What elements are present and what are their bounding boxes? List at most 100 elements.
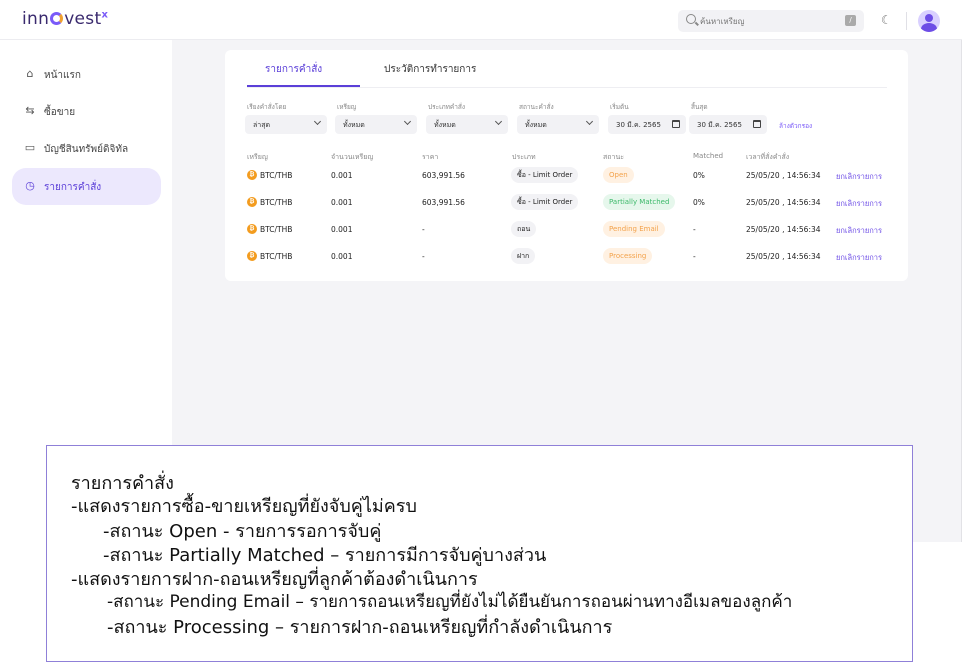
column-header-price: ราคา [422, 153, 439, 161]
table-row: ₿ BTC/THB 0.001 603,991.56 ซื้อ - Limit … [225, 163, 908, 190]
top-bar: innvestx / ☾ [0, 0, 962, 40]
logo-sup: x [101, 9, 109, 21]
clear-filter-link[interactable]: ล้างตัวกรอง [779, 121, 812, 131]
wallet-icon: ▭ [24, 141, 36, 154]
shortcut-key-badge: / [845, 15, 856, 26]
tab-orders[interactable]: รายการคำสั่ง [265, 62, 322, 77]
cell-coin: BTC/THB [260, 171, 293, 180]
order-status-select-value: ทั้งหมด [525, 121, 547, 129]
sidebar-item-orders[interactable]: ◷ รายการคำสั่ง [12, 168, 161, 205]
dark-mode-toggle-icon[interactable]: ☾ [881, 13, 892, 27]
cell-matched: 0% [693, 198, 705, 207]
cancel-order-link[interactable]: ยกเลิกรายการ [836, 225, 882, 237]
bitcoin-icon: ₿ [247, 170, 257, 180]
cancel-order-link[interactable]: ยกเลิกรายการ [836, 171, 882, 183]
chevron-down-icon [494, 117, 503, 126]
table-row: ₿ BTC/THB 0.001 603,991.56 ซื้อ - Limit … [225, 190, 908, 217]
logo-text-left: inn [22, 9, 50, 29]
status-badge: Partially Matched [603, 194, 676, 210]
end-date-picker[interactable]: 30 มี.ค. 2565 [689, 115, 767, 134]
type-badge: ฝาก [511, 248, 536, 264]
swap-icon: ⇆ [25, 104, 35, 117]
cell-amount: 0.001 [331, 252, 353, 261]
column-header-status: สถานะ [603, 153, 624, 161]
cell-matched: 0% [693, 171, 705, 180]
cell-price: 603,991.56 [422, 171, 465, 180]
chevron-down-icon [313, 117, 322, 126]
status-badge: Open [603, 167, 634, 183]
cancel-order-link[interactable]: ยกเลิกรายการ [836, 198, 882, 210]
cell-matched: - [693, 252, 696, 261]
tab-history[interactable]: ประวัติการทำรายการ [384, 62, 476, 77]
cell-coin: BTC/THB [260, 252, 293, 261]
calendar-icon [753, 120, 761, 128]
status-badge: Pending Email [603, 221, 665, 237]
start-date-picker[interactable]: 30 มี.ค. 2565 [608, 115, 686, 134]
column-header-matched: Matched [693, 152, 724, 160]
cancel-order-link[interactable]: ยกเลิกรายการ [836, 252, 882, 264]
filter-label-sort: เรียงคำสั่งโดย [247, 103, 287, 111]
status-badge: Processing [603, 248, 653, 264]
filter-label-order-type: ประเภทคำสั่ง [428, 103, 466, 111]
avatar-head-shape [925, 14, 933, 22]
column-header-type: ประเภท [512, 153, 536, 161]
bitcoin-icon: ₿ [247, 224, 257, 234]
type-badge: ซื้อ - Limit Order [511, 194, 579, 210]
cell-coin: BTC/THB [260, 198, 293, 207]
clock-icon: ◷ [25, 179, 35, 192]
annotation-line: -สถานะ Processing – รายการฝาก-ถอนเหรียญท… [107, 617, 613, 638]
sort-select-value: ล่าสุด [253, 121, 271, 129]
column-header-amount: จำนวนเหรียญ [331, 153, 374, 161]
cell-amount: 0.001 [331, 198, 353, 207]
home-icon: ⌂ [26, 67, 34, 80]
column-header-coin: เหรียญ [247, 153, 268, 161]
user-avatar[interactable] [918, 10, 940, 32]
order-type-select-value: ทั้งหมด [434, 121, 456, 129]
cell-price: 603,991.56 [422, 198, 465, 207]
calendar-icon [672, 120, 680, 128]
chevron-down-icon [585, 117, 594, 126]
sidebar-item-label: บัญชีสินทรัพย์ดิจิทัล [44, 144, 129, 155]
cell-price: - [422, 252, 425, 261]
sidebar-item-home[interactable]: ⌂ หน้าแรก [12, 56, 161, 93]
filter-label-end-date: สิ้นสุด [691, 103, 708, 111]
logo-text-right: vest [64, 9, 102, 29]
sidebar-item-label: รายการคำสั่ง [44, 182, 102, 193]
filter-label-order-status: สถานะคำสั่ง [519, 103, 554, 111]
cell-order-time: 25/05/20 , 14:56:34 [746, 225, 821, 234]
cell-order-time: 25/05/20 , 14:56:34 [746, 198, 821, 207]
cell-price: - [422, 225, 425, 234]
search-box[interactable]: / [678, 10, 864, 32]
topbar-divider [906, 12, 907, 30]
sidebar-item-wallet[interactable]: ▭ บัญชีสินทรัพย์ดิจิทัล [12, 130, 161, 167]
column-header-order-time: เวลาที่สั่งคำสั่ง [746, 153, 790, 161]
avatar-body-shape [921, 23, 937, 32]
bitcoin-icon: ₿ [247, 251, 257, 261]
annotation-line: -สถานะ Pending Email – รายการถอนเหรียญที… [107, 592, 793, 612]
filter-label-coin: เหรียญ [337, 103, 357, 111]
cell-amount: 0.001 [331, 225, 353, 234]
sidebar-item-label: หน้าแรก [44, 70, 81, 81]
cell-order-time: 25/05/20 , 14:56:34 [746, 171, 821, 180]
order-type-select[interactable]: ทั้งหมด [426, 115, 508, 134]
sort-select[interactable]: ล่าสุด [245, 115, 327, 134]
coin-select[interactable]: ทั้งหมด [335, 115, 417, 134]
tab-divider [247, 87, 887, 88]
cell-coin: BTC/THB [260, 225, 293, 234]
sidebar-item-trade[interactable]: ⇆ ซื้อขาย [12, 93, 161, 130]
chevron-down-icon [403, 117, 412, 126]
active-tab-indicator [247, 85, 360, 87]
cell-matched: - [693, 225, 696, 234]
table-row: ₿ BTC/THB 0.001 - ฝาก Processing - 25/05… [225, 244, 908, 271]
logo-mark-icon [50, 12, 64, 25]
cell-order-time: 25/05/20 , 14:56:34 [746, 252, 821, 261]
innovest-logo[interactable]: inn vestx [22, 9, 108, 29]
sidebar-item-label: ซื้อขาย [44, 107, 76, 118]
search-input[interactable] [700, 13, 830, 29]
orders-card: รายการคำสั่ง ประวัติการทำรายการ เรียงคำส… [225, 50, 908, 281]
filter-label-start-date: เริ่มต้น [610, 103, 629, 111]
order-status-select[interactable]: ทั้งหมด [517, 115, 599, 134]
end-date-value: 30 มี.ค. 2565 [697, 121, 742, 129]
type-badge: ซื้อ - Limit Order [511, 167, 579, 183]
annotation-box: รายการคำสั่ง -แสดงรายการซื้อ-ขายเหรียญที… [46, 445, 913, 662]
